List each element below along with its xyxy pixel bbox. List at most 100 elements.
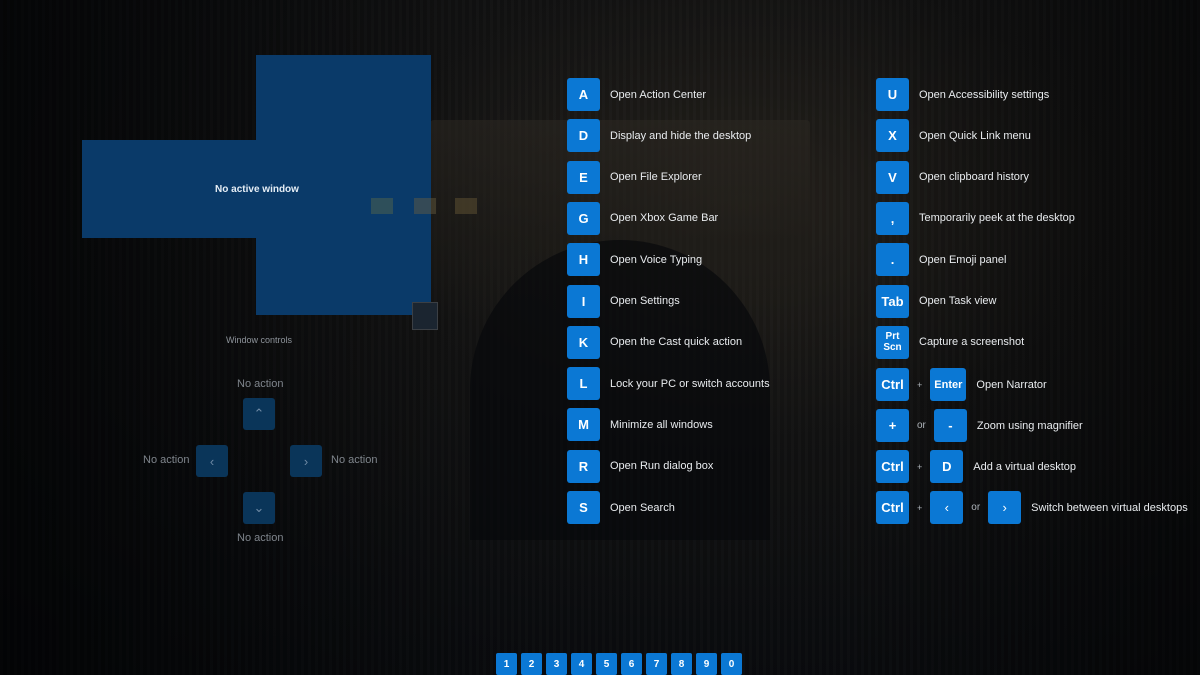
dpad-down-button[interactable]: ⌄	[243, 492, 275, 524]
key-print-screen[interactable]: Prt Scn	[876, 325, 909, 359]
desktop-key-5[interactable]: 5	[596, 653, 617, 675]
chevron-left-icon: ‹	[209, 453, 215, 469]
shortcut-row[interactable]: S Open Search	[567, 491, 675, 524]
key-i[interactable]: I	[567, 284, 600, 318]
key-tab[interactable]: Tab	[876, 284, 909, 318]
key-enter[interactable]: Enter	[930, 368, 967, 401]
no-active-window-label: No active window	[215, 183, 299, 195]
key-minus[interactable]: -	[933, 409, 967, 442]
key-g[interactable]: G	[567, 201, 600, 235]
key-left-arrow[interactable]: ‹	[930, 491, 964, 524]
shortcut-switch-desktop[interactable]: Ctrl + ‹ or › Switch between virtual des…	[876, 491, 1188, 524]
key-d[interactable]: D	[567, 119, 600, 153]
key-right-arrow[interactable]: ›	[988, 491, 1022, 524]
key-ctrl[interactable]: Ctrl	[876, 491, 909, 524]
shortcut-row[interactable]: I Open Settings	[567, 284, 680, 318]
key-k[interactable]: K	[567, 325, 600, 359]
desktop-key-3[interactable]: 3	[546, 653, 567, 675]
shortcut-row[interactable]: , Temporarily peek at the desktop	[876, 201, 1075, 235]
shortcut-description: Open clipboard history	[919, 171, 1030, 184]
shortcut-description: Zoom using magnifier	[976, 419, 1083, 432]
shortcut-row[interactable]: L Lock your PC or switch accounts	[567, 367, 770, 401]
desktop-key-2[interactable]: 2	[521, 653, 542, 675]
desktop-key-6[interactable]: 6	[621, 653, 642, 675]
shortcut-row[interactable]: V Open clipboard history	[876, 160, 1030, 194]
left-action-label: No action	[143, 454, 190, 466]
right-action-label: No action	[331, 454, 378, 466]
key-v[interactable]: V	[876, 160, 909, 194]
desktop-key-4[interactable]: 4	[571, 653, 592, 675]
shortcut-row[interactable]: H Open Voice Typing	[567, 243, 703, 277]
shortcut-description: Display and hide the desktop	[610, 129, 752, 142]
key-r[interactable]: R	[567, 449, 600, 483]
key-u[interactable]: U	[876, 78, 909, 111]
key-period[interactable]: .	[876, 243, 909, 277]
dpad-up-button[interactable]: ⌃	[243, 398, 275, 430]
shortcut-row[interactable]: K Open the Cast quick action	[567, 325, 743, 359]
desktop-key-7[interactable]: 7	[646, 653, 667, 675]
chevron-up-icon: ⌃	[253, 406, 265, 421]
desktop-key-0[interactable]: 0	[721, 653, 742, 675]
shortcut-description: Open the Cast quick action	[610, 336, 743, 349]
shortcut-magnifier[interactable]: + or - Zoom using magnifier	[876, 409, 1083, 442]
chevron-down-icon: ⌄	[253, 500, 265, 515]
plus-separator: +	[917, 502, 923, 513]
shortcut-description: Open Quick Link menu	[919, 129, 1031, 142]
key-line: Scn	[883, 342, 902, 354]
key-d[interactable]: D	[930, 450, 964, 483]
shortcut-description: Open Emoji panel	[919, 253, 1007, 266]
key-ctrl[interactable]: Ctrl	[876, 450, 909, 483]
window-controls-title: Window controls	[225, 335, 293, 345]
shortcut-row[interactable]: R Open Run dialog box	[567, 449, 713, 483]
shortcut-description: Minimize all windows	[610, 418, 713, 431]
shortcut-description: Open Settings	[610, 295, 680, 307]
virtual-desktop-keys: 1234567890	[496, 653, 742, 675]
key-h[interactable]: H	[567, 243, 600, 277]
shortcut-row[interactable]: Tab Open Task view	[876, 284, 997, 318]
ghost-window-icon	[455, 198, 477, 214]
ghost-window-icon	[371, 198, 393, 214]
key-plus[interactable]: +	[876, 409, 909, 442]
or-separator: or	[971, 502, 981, 513]
desktop-key-8[interactable]: 8	[671, 653, 692, 675]
key-l[interactable]: L	[567, 367, 600, 401]
up-action-label: No action	[237, 378, 284, 390]
key-ctrl[interactable]: Ctrl	[876, 368, 909, 401]
key-m[interactable]: M	[567, 408, 600, 442]
shortcut-narrator[interactable]: Ctrl + Enter Open Narrator	[876, 368, 1047, 401]
key-e[interactable]: E	[567, 160, 600, 194]
shortcut-description: Capture a screenshot	[919, 336, 1025, 349]
shortcut-row[interactable]: A Open Action Center	[567, 78, 706, 111]
shortcut-description: Open Voice Typing	[610, 253, 703, 266]
shortcut-add-desktop[interactable]: Ctrl + D Add a virtual desktop	[876, 450, 1076, 483]
chevron-left-icon: ‹	[944, 500, 949, 515]
shortcut-row[interactable]: U Open Accessibility settings	[876, 78, 1049, 111]
chevron-right-icon: ›	[1002, 500, 1007, 515]
dpad-left-button[interactable]: ‹	[196, 445, 228, 477]
shortcut-description: Temporarily peek at the desktop	[919, 212, 1075, 225]
desktop-key-1[interactable]: 1	[496, 653, 517, 675]
key-comma[interactable]: ,	[876, 201, 909, 235]
shortcut-row[interactable]: Prt Scn Capture a screenshot	[876, 325, 1025, 359]
chevron-right-icon: ›	[303, 453, 309, 469]
shortcut-row[interactable]: . Open Emoji panel	[876, 243, 1007, 277]
dpad-right-button[interactable]: ›	[290, 445, 322, 477]
key-x[interactable]: X	[876, 119, 909, 153]
plus-separator: +	[917, 461, 923, 472]
or-separator: or	[917, 420, 926, 431]
shortcut-row[interactable]: G Open Xbox Game Bar	[567, 201, 718, 235]
key-a[interactable]: A	[567, 78, 600, 111]
shortcut-description: Open Task view	[919, 295, 997, 307]
ghost-window-icon	[414, 198, 436, 214]
shortcut-description: Switch between virtual desktops	[1031, 501, 1188, 514]
shortcut-description: Add a virtual desktop	[973, 460, 1076, 473]
key-s[interactable]: S	[567, 491, 600, 524]
desktop-key-9[interactable]: 9	[696, 653, 717, 675]
shortcut-row[interactable]: D Display and hide the desktop	[567, 119, 752, 153]
shortcut-row[interactable]: M Minimize all windows	[567, 408, 713, 442]
plus-separator: +	[917, 379, 923, 390]
window-thumbnail-icon	[412, 302, 438, 330]
shortcut-description: Open Search	[610, 501, 675, 514]
shortcut-row[interactable]: E Open File Explorer	[567, 160, 702, 194]
shortcut-row[interactable]: X Open Quick Link menu	[876, 119, 1031, 153]
